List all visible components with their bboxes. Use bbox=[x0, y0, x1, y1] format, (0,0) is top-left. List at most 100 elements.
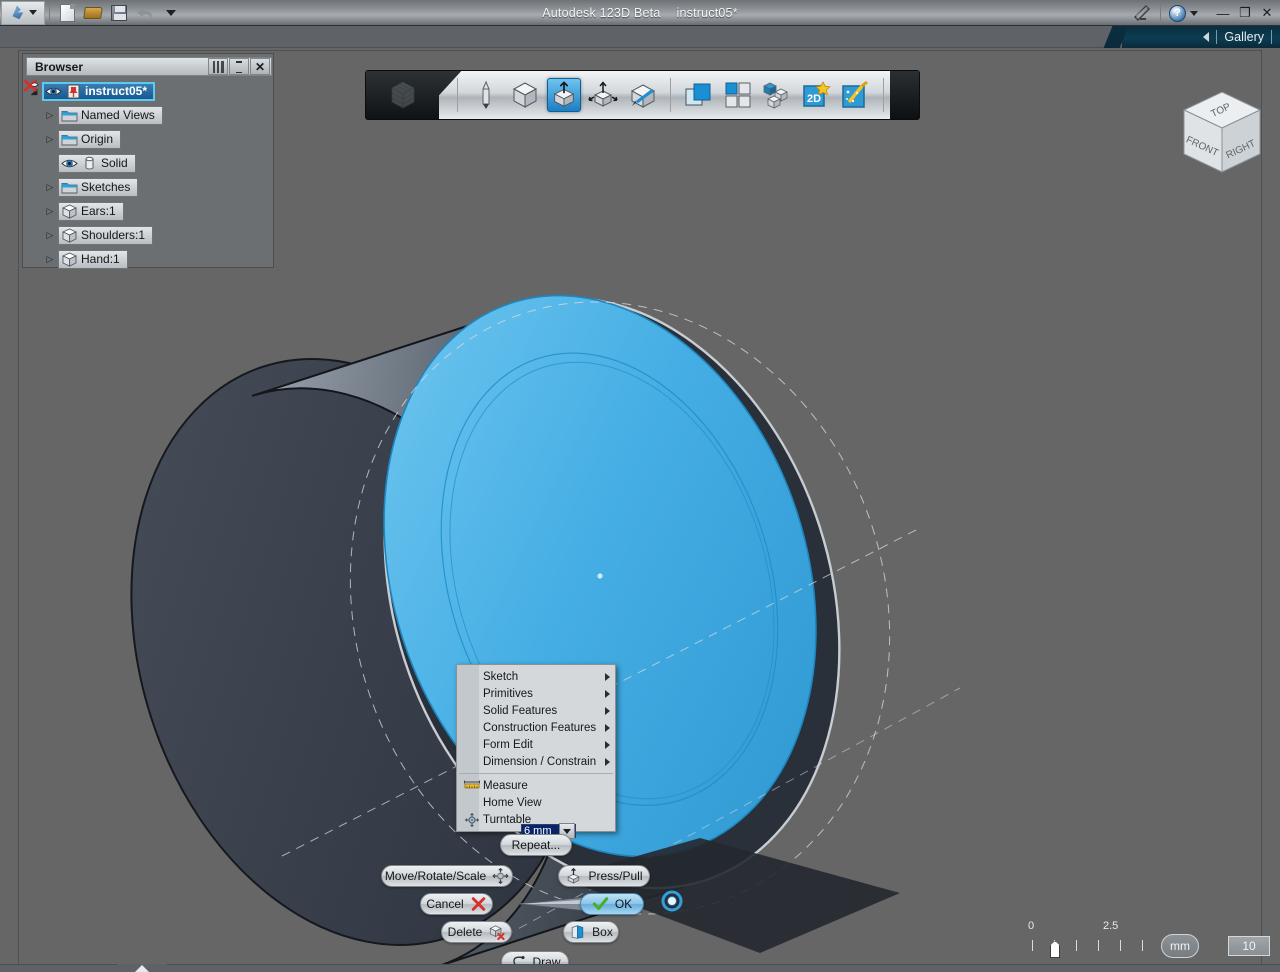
press-pull-button[interactable]: Press/Pull bbox=[558, 865, 650, 887]
browser-tree-row[interactable]: ▷ Named Views bbox=[26, 103, 272, 127]
repeat-button[interactable]: Repeat... bbox=[500, 834, 572, 856]
ruler-handle[interactable] bbox=[1050, 941, 1060, 958]
collapse-arrow-icon[interactable] bbox=[1203, 32, 1210, 42]
browser-item-origin[interactable]: Origin bbox=[24, 79, 122, 149]
delete-button[interactable]: Delete bbox=[441, 921, 512, 943]
help-chevron-down-icon[interactable] bbox=[1190, 10, 1198, 16]
gallery-bar-left bbox=[0, 26, 1122, 48]
menu-item-home-view[interactable]: Home View bbox=[457, 794, 615, 811]
sketch-tool-button[interactable] bbox=[469, 78, 503, 112]
expander-triangle-icon[interactable]: ▷ bbox=[42, 182, 58, 193]
browser-tree-row[interactable]: Solid bbox=[26, 151, 272, 175]
context-menu[interactable]: Sketch Primitives Solid Features Constructi… bbox=[456, 664, 616, 832]
expander-triangle-icon[interactable]: ▷ bbox=[42, 254, 58, 265]
browser-panel: Browser ✕ ◢ instruct05*▷ Named Views▷ bbox=[22, 53, 274, 271]
menu-item-measure[interactable]: Measure bbox=[457, 777, 615, 794]
menu-item-primitives[interactable]: Primitives bbox=[457, 685, 615, 702]
toolbar-home-area[interactable] bbox=[366, 71, 440, 119]
minimize-button[interactable]: — bbox=[1214, 6, 1232, 21]
ok-button[interactable]: OK bbox=[580, 893, 644, 915]
browser-item-hand-1[interactable]: Hand:1 bbox=[24, 79, 128, 269]
cancel-button[interactable]: Cancel bbox=[420, 893, 493, 915]
move-rotate-scale-button[interactable]: Move/Rotate/Scale bbox=[381, 865, 513, 887]
menu-item-construction-features[interactable]: Construction Features bbox=[457, 719, 615, 736]
expander-triangle-icon[interactable]: ▷ bbox=[42, 206, 58, 217]
viewport[interactable]: Browser ✕ ◢ instruct05*▷ Named Views▷ bbox=[0, 48, 1280, 972]
restore-button[interactable]: ❐ bbox=[1236, 5, 1254, 21]
browser-item-instruct05[interactable]: instruct05* bbox=[42, 81, 156, 101]
title-bar: Autodesk 123D Beta instruct05* ? — ❐ ✕ bbox=[0, 0, 1280, 26]
save-document-button[interactable] bbox=[108, 2, 130, 24]
browser-item-label: Shoulders:1 bbox=[81, 228, 146, 242]
floppy-save-icon bbox=[111, 4, 127, 21]
gallery-tab[interactable]: Gallery bbox=[1122, 26, 1280, 48]
scale-ruler[interactable]: 0 2.5 bbox=[1028, 918, 1158, 958]
expander-triangle-icon[interactable]: ▷ bbox=[42, 230, 58, 241]
browser-item-label: Hand:1 bbox=[81, 252, 120, 266]
new-document-button[interactable] bbox=[56, 2, 78, 24]
assembly-tool-button[interactable] bbox=[760, 78, 794, 112]
browser-tree-row[interactable]: ▷ Origin bbox=[24, 79, 272, 151]
browser-item-shoulders-1[interactable]: Shoulders:1 bbox=[24, 79, 154, 245]
menu-icon-placeholder bbox=[463, 738, 481, 752]
modify-tool-button[interactable] bbox=[625, 78, 659, 112]
expander-triangle-icon[interactable]: ▷ bbox=[42, 110, 58, 121]
cube-icon bbox=[61, 204, 78, 219]
repeat-label: Repeat... bbox=[511, 838, 561, 852]
browser-tree-row[interactable]: ▷ Sketches bbox=[26, 175, 272, 199]
browser-tree[interactable]: ◢ instruct05* ▷ Named Views ▷ Origin Solid… bbox=[24, 79, 272, 271]
dock-column-icon bbox=[236, 60, 242, 73]
new-file-icon bbox=[60, 3, 75, 22]
combine-tool-button[interactable] bbox=[682, 78, 716, 112]
customize-quick-access-button[interactable] bbox=[160, 2, 182, 24]
close-button[interactable]: ✕ bbox=[1258, 5, 1276, 21]
red-x-icon bbox=[471, 897, 485, 911]
turntable-icon bbox=[463, 812, 481, 827]
undo-button[interactable] bbox=[134, 2, 156, 24]
browser-item-solid[interactable]: Solid bbox=[58, 153, 136, 173]
primitives-tool-button[interactable] bbox=[508, 78, 542, 112]
browser-view-options-button[interactable] bbox=[208, 58, 228, 75]
help-question-icon[interactable]: ? bbox=[1169, 4, 1186, 22]
splitter-handle[interactable] bbox=[117, 964, 167, 972]
box-button[interactable]: Box bbox=[563, 921, 619, 943]
menu-icon-placeholder bbox=[463, 796, 481, 810]
menu-item-label: Form Edit bbox=[483, 738, 533, 751]
cube-press-pull-icon bbox=[553, 81, 575, 107]
menu-item-solid-features[interactable]: Solid Features bbox=[457, 702, 615, 719]
make-2d-tool-button[interactable]: 2D bbox=[799, 78, 833, 112]
toolbar-buttons[interactable]: 2D bbox=[439, 71, 891, 119]
cylinder-icon bbox=[85, 156, 94, 169]
satellite-dish-icon[interactable] bbox=[1132, 4, 1152, 22]
open-folder-icon bbox=[83, 6, 103, 19]
open-document-button[interactable] bbox=[82, 2, 104, 24]
menu-item-form-edit[interactable]: Form Edit bbox=[457, 736, 615, 753]
menu-icon-placeholder bbox=[463, 755, 481, 769]
toolbar-separator bbox=[883, 78, 885, 112]
browser-tree-row[interactable]: ▷ Shoulders:1 bbox=[24, 79, 272, 247]
pattern-tool-button[interactable] bbox=[721, 78, 755, 112]
browser-item-named-views[interactable]: Named Views bbox=[58, 105, 163, 125]
menu-item-dimension-constrain[interactable]: Dimension / Constrain bbox=[457, 753, 615, 770]
menu-icon-placeholder bbox=[463, 670, 481, 684]
browser-tree-row[interactable]: ▷ Hand:1 bbox=[24, 79, 272, 271]
submenu-arrow-icon bbox=[605, 740, 610, 749]
application-window: Autodesk 123D Beta instruct05* ? — ❐ ✕ Ga… bbox=[0, 0, 1280, 972]
view-cube[interactable]: TOP FRONT RIGHT bbox=[1174, 86, 1270, 190]
zoom-value-field[interactable]: 10 bbox=[1228, 936, 1270, 956]
solid-features-tool-button[interactable] bbox=[547, 78, 582, 112]
unit-button[interactable]: mm bbox=[1161, 934, 1199, 958]
eye-icon bbox=[61, 159, 78, 167]
browser-dock-button[interactable] bbox=[229, 58, 249, 75]
application-menu-button[interactable] bbox=[1, 0, 45, 25]
effects-tool-button[interactable] bbox=[838, 78, 872, 112]
browser-close-button[interactable]: ✕ bbox=[250, 58, 270, 75]
browser-item-sketches[interactable]: Sketches bbox=[58, 177, 139, 197]
browser-tree-row[interactable]: ▷ Ears:1 bbox=[24, 79, 272, 223]
browser-tree-row[interactable]: ◢ instruct05* bbox=[26, 79, 272, 103]
menu-item-sketch[interactable]: Sketch bbox=[457, 668, 615, 685]
expander-triangle-icon[interactable]: ▷ bbox=[42, 134, 58, 145]
browser-item-ears-1[interactable]: Ears:1 bbox=[24, 79, 124, 221]
construction-tool-button[interactable] bbox=[586, 78, 620, 112]
green-check-icon bbox=[592, 897, 609, 910]
